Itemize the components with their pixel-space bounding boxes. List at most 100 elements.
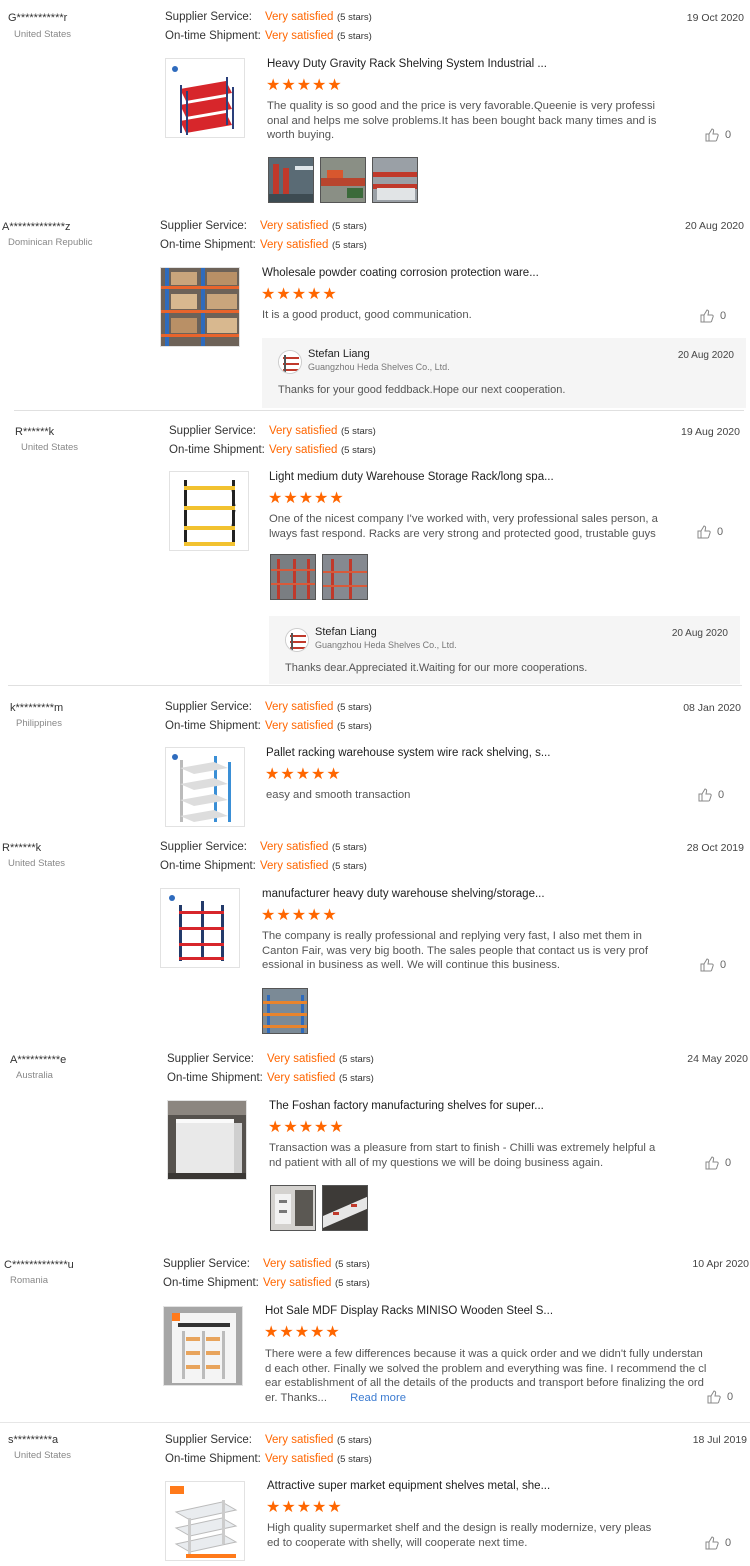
like-count: 0 <box>720 309 727 322</box>
product-title[interactable]: Hot Sale MDF Display Racks MINISO Wooden… <box>265 1305 553 1317</box>
rating-stars-text: (5 stars) <box>337 1454 372 1465</box>
product-thumbnail[interactable] <box>160 267 240 347</box>
review-date: 08 Jan 2020 <box>683 702 741 714</box>
supplier-service-label: Supplier Service: <box>160 841 247 853</box>
product-thumbnail[interactable] <box>160 888 240 968</box>
reply-date: 20 Aug 2020 <box>677 350 734 361</box>
review-item: s*********a United States Supplier Servi… <box>0 1428 750 1566</box>
review-photo[interactable] <box>320 157 366 203</box>
review-comment: Transaction was a pleasure from start to… <box>269 1142 656 1169</box>
thumbs-up-icon <box>705 1536 719 1550</box>
ontime-shipment-rating: On-time Shipment: Very satisfied (5 stars) <box>169 444 376 460</box>
like-button[interactable]: 0 <box>707 1390 733 1404</box>
ontime-shipment-rating: On-time Shipment: Very satisfied (5 stars) <box>160 239 367 255</box>
product-thumbnail[interactable] <box>163 1306 243 1386</box>
ontime-shipment-label: On-time Shipment: <box>163 1277 259 1289</box>
rating-value: Very satisfied <box>263 1258 332 1270</box>
review-comment-text: There were a few differences because it … <box>265 1348 707 1404</box>
product-title[interactable]: Heavy Duty Gravity Rack Shelving System … <box>267 58 547 70</box>
product-title[interactable]: Pallet racking warehouse system wire rac… <box>266 747 550 759</box>
like-button[interactable]: 0 <box>700 309 726 323</box>
product-thumbnail[interactable] <box>167 1100 247 1180</box>
review-stars: ★★★★★ <box>261 907 338 924</box>
product-title[interactable]: Light medium duty Warehouse Storage Rack… <box>269 471 554 483</box>
rating-stars-text: (5 stars) <box>337 702 372 713</box>
product-thumbnail[interactable] <box>165 1481 245 1561</box>
review-comment: The company is really professional and r… <box>262 930 648 971</box>
supplier-service-rating: Supplier Service: Very satisfied (5 stars) <box>165 701 372 717</box>
review-photo[interactable] <box>270 554 316 600</box>
rating-value: Very satisfied <box>260 239 329 251</box>
like-button[interactable]: 0 <box>705 1536 731 1550</box>
review-photo[interactable] <box>262 988 308 1034</box>
review-comment: One of the nicest company I've worked wi… <box>269 513 658 540</box>
review-date: 20 Aug 2020 <box>685 220 744 232</box>
review-photo[interactable] <box>372 157 418 203</box>
like-button[interactable]: 0 <box>700 958 726 972</box>
reply-date: 20 Aug 2020 <box>671 628 728 639</box>
reply-company: Guangzhou Heda Shelves Co., Ltd. <box>315 640 457 650</box>
review-date: 19 Aug 2020 <box>681 426 740 438</box>
read-more-link[interactable]: Read more <box>350 1392 406 1404</box>
rating-stars-text: (5 stars) <box>337 1435 372 1446</box>
review-item: R******k United States Supplier Service:… <box>0 416 750 684</box>
review-stars: ★★★★★ <box>268 1119 345 1136</box>
supplier-reply: Stefan Liang Guangzhou Heda Shelves Co.,… <box>269 616 740 684</box>
like-button[interactable]: 0 <box>705 128 731 142</box>
ontime-shipment-label: On-time Shipment: <box>165 720 261 732</box>
review-comment: There were a few differences because it … <box>265 1347 707 1405</box>
rating-value: Very satisfied <box>263 1277 332 1289</box>
supplier-service-rating: Supplier Service: Very satisfied (5 stars) <box>160 841 367 857</box>
product-thumbnail[interactable] <box>169 471 249 551</box>
supplier-service-label: Supplier Service: <box>165 11 252 23</box>
review-photo[interactable] <box>322 554 368 600</box>
supplier-service-rating: Supplier Service: Very satisfied (5 stars) <box>165 1434 372 1450</box>
ontime-shipment-rating: On-time Shipment: Very satisfied (5 stars) <box>167 1072 374 1088</box>
thumbs-up-icon <box>697 525 711 539</box>
product-thumbnail[interactable] <box>165 58 245 138</box>
review-comment: High quality supermarket shelf and the d… <box>267 1522 652 1549</box>
rating-value: Very satisfied <box>267 1053 336 1065</box>
supplier-service-rating: Supplier Service: Very satisfied (5 stars) <box>160 220 367 236</box>
divider <box>8 685 742 686</box>
supplier-service-label: Supplier Service: <box>165 701 252 713</box>
supplier-avatar <box>285 628 309 652</box>
rating-stars-text: (5 stars) <box>339 1054 374 1065</box>
reviewer-name: G***********r <box>8 12 68 24</box>
product-title[interactable]: Wholesale powder coating corrosion prote… <box>262 267 539 279</box>
review-photos <box>270 554 374 600</box>
reviewer-name: A*************z <box>2 221 71 233</box>
thumbs-up-icon <box>705 128 719 142</box>
reviewer-name: k*********m <box>10 702 64 714</box>
reviewer-country: United States <box>14 1450 72 1461</box>
rating-value: Very satisfied <box>260 220 329 232</box>
like-button[interactable]: 0 <box>697 525 723 539</box>
ontime-shipment-rating: On-time Shipment: Very satisfied (5 stars) <box>160 860 367 876</box>
rating-value: Very satisfied <box>269 425 338 437</box>
review-photo[interactable] <box>268 157 314 203</box>
review-item: C*************u Romania Supplier Service… <box>0 1252 750 1423</box>
review-photo[interactable] <box>270 1185 316 1231</box>
reviewer-name: C*************u <box>4 1259 74 1271</box>
product-title[interactable]: The Foshan factory manufacturing shelves… <box>269 1100 544 1112</box>
review-photos <box>268 157 424 203</box>
reviewer-name: R******k <box>2 842 42 854</box>
reply-company: Guangzhou Heda Shelves Co., Ltd. <box>308 362 450 372</box>
product-title[interactable]: manufacturer heavy duty warehouse shelvi… <box>262 888 545 900</box>
review-comment: The quality is so good and the price is … <box>267 100 657 141</box>
reviewer-name: A**********e <box>10 1054 67 1066</box>
supplier-service-label: Supplier Service: <box>169 425 256 437</box>
supplier-service-label: Supplier Service: <box>163 1258 250 1270</box>
reviewer-country: United States <box>14 29 72 40</box>
product-title[interactable]: Attractive super market equipment shelve… <box>267 1480 550 1492</box>
rating-stars-text: (5 stars) <box>337 12 372 23</box>
review-date: 28 Oct 2019 <box>686 842 744 854</box>
like-button[interactable]: 0 <box>698 788 724 802</box>
ontime-shipment-rating: On-time Shipment: Very satisfied (5 stars) <box>165 30 372 46</box>
like-count: 0 <box>717 525 724 538</box>
like-count: 0 <box>725 1156 732 1169</box>
product-thumbnail[interactable] <box>165 747 245 827</box>
rating-value: Very satisfied <box>265 1453 334 1465</box>
like-button[interactable]: 0 <box>705 1156 731 1170</box>
review-photo[interactable] <box>322 1185 368 1231</box>
